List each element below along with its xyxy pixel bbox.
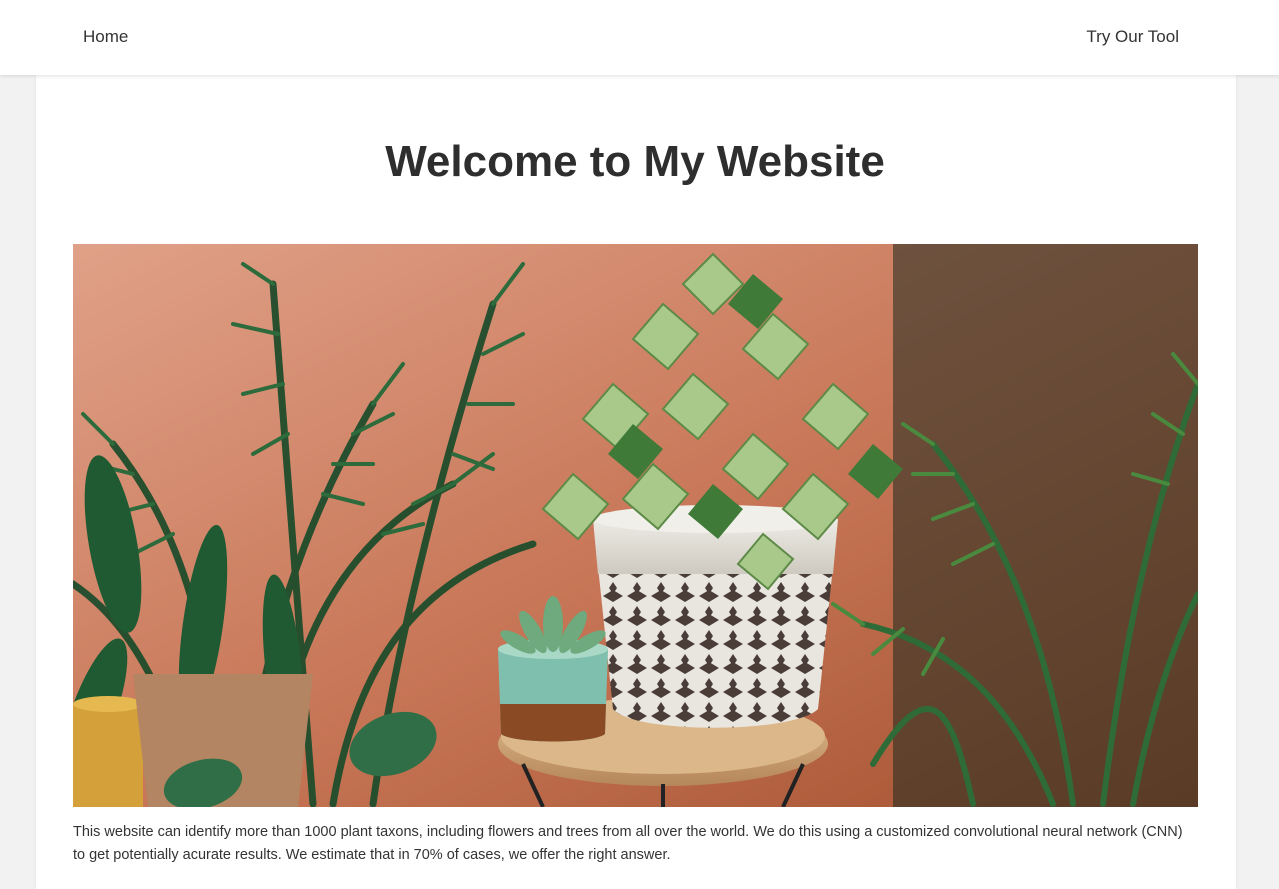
site-description: This website can identify more than 1000… [73, 824, 1183, 863]
top-navbar: Home Try Our Tool [0, 0, 1279, 75]
page-title: Welcome to My Website [385, 137, 885, 186]
nav-home-link[interactable]: Home [83, 26, 128, 48]
nav-try-tool-link[interactable]: Try Our Tool [1086, 26, 1179, 48]
hero-plant-image [73, 244, 1198, 807]
main-content-card: Welcome to My Website This website can i… [36, 75, 1236, 889]
